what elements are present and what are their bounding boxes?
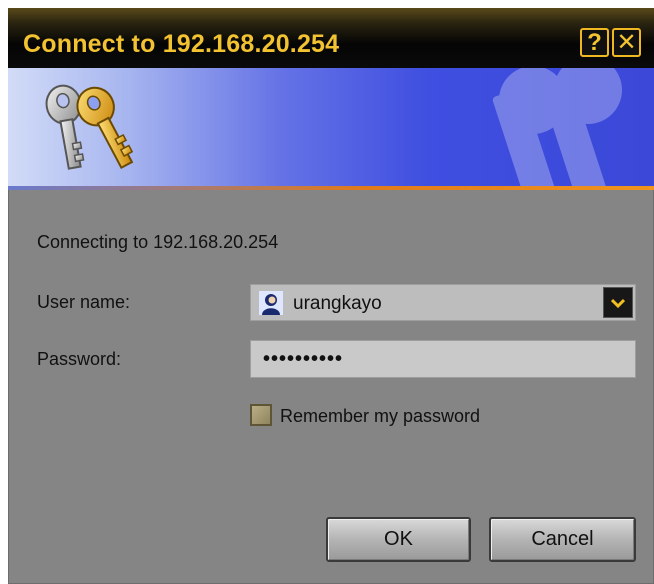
connecting-text: Connecting to 192.168.20.254: [37, 232, 279, 252]
window-title: Connect to 192.168.20.254: [23, 30, 340, 58]
username-dropdown-button[interactable]: [603, 287, 633, 318]
title-bar[interactable]: Connect to 192.168.20.254 ? ✕: [8, 8, 654, 68]
keys-watermark-icon: [492, 68, 622, 186]
remember-password-label[interactable]: Remember my password: [280, 406, 480, 427]
chevron-down-icon: [611, 298, 625, 308]
help-button[interactable]: ?: [580, 28, 609, 57]
password-field[interactable]: ••••••••••: [250, 340, 636, 378]
username-label: User name:: [37, 292, 131, 312]
header-banner: [8, 68, 654, 186]
username-combobox[interactable]: urangkayo: [250, 284, 636, 321]
connect-dialog: Connect to 192.168.20.254 ? ✕ Connecting…: [8, 8, 654, 584]
banner-divider: [8, 186, 654, 190]
user-icon: [259, 291, 283, 315]
remember-password-checkbox[interactable]: [250, 404, 272, 426]
keys-icon: [45, 84, 134, 170]
password-label: Password:: [37, 349, 122, 369]
username-value: urangkayo: [293, 293, 382, 314]
ok-button[interactable]: OK: [326, 517, 471, 562]
close-icon: ✕: [616, 29, 637, 56]
close-button[interactable]: ✕: [612, 28, 641, 57]
password-value: ••••••••••: [263, 348, 344, 370]
cancel-button[interactable]: Cancel: [489, 517, 636, 562]
help-icon: ?: [587, 28, 602, 56]
